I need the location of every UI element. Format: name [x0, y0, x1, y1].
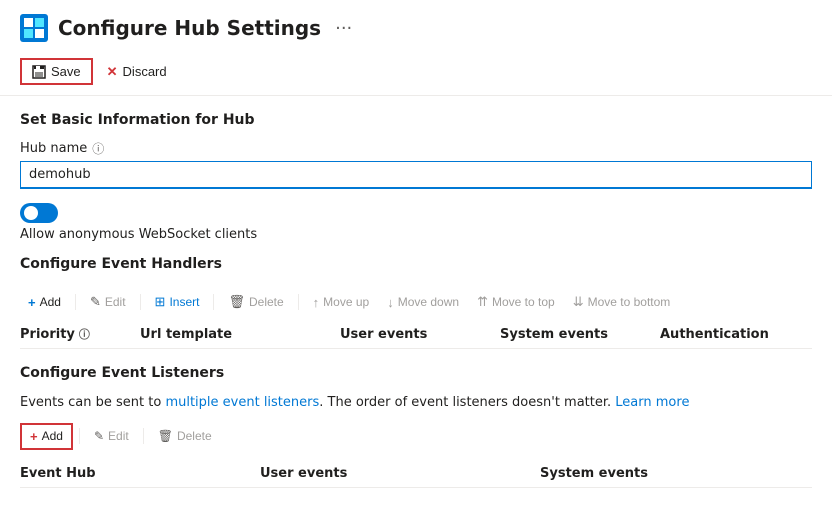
- separator-3: [213, 294, 214, 310]
- el-col-system-events: System events: [540, 466, 740, 481]
- more-options-icon[interactable]: ···: [335, 18, 352, 39]
- el-delete-label: Delete: [177, 429, 212, 443]
- el-separator-2: [143, 428, 144, 444]
- event-handlers-toolbar: + Add ✎ Edit ⊞ Insert 🗑 Delete: [20, 284, 812, 320]
- basic-info-section-title: Set Basic Information for Hub: [20, 112, 812, 128]
- el-delete-icon: 🗑: [158, 429, 173, 443]
- el-edit-button[interactable]: ✎ Edit: [86, 425, 137, 447]
- el-separator-1: [79, 428, 80, 444]
- hub-name-label: Hub name ⓘ: [20, 140, 812, 157]
- eh-move-top-button[interactable]: ⇈ Move to top: [469, 290, 563, 314]
- page-header: Configure Hub Settings ···: [0, 0, 832, 52]
- event-listeners-toolbar: + Add ✎ Edit 🗑 Delete: [20, 423, 812, 450]
- col-user-events: User events: [340, 326, 500, 342]
- move-bottom-icon: ⇊: [573, 294, 584, 310]
- save-button[interactable]: Save: [20, 58, 93, 85]
- anonymous-label: Allow anonymous WebSocket clients: [20, 227, 812, 242]
- edit-icon: ✎: [90, 294, 101, 310]
- event-listeners-section: Configure Event Listeners Events can be …: [20, 365, 812, 488]
- el-col-event-hub: Event Hub: [20, 466, 260, 481]
- eh-move-up-label: Move up: [323, 295, 369, 309]
- arrow-up-icon: ↑: [313, 295, 320, 310]
- eh-move-bottom-label: Move to bottom: [588, 295, 671, 309]
- eh-move-down-button[interactable]: ↓ Move down: [379, 291, 467, 314]
- eh-edit-button[interactable]: ✎ Edit: [82, 290, 134, 314]
- eh-edit-label: Edit: [105, 295, 126, 309]
- plus-red-icon: +: [30, 429, 38, 444]
- event-listeners-title: Configure Event Listeners: [20, 365, 812, 381]
- hub-name-info-icon[interactable]: ⓘ: [92, 140, 104, 157]
- multiple-event-listeners-link[interactable]: multiple event listeners: [165, 395, 319, 410]
- save-label: Save: [51, 64, 81, 79]
- anonymous-toggle[interactable]: [20, 203, 58, 223]
- eh-add-button[interactable]: + Add: [20, 291, 69, 314]
- discard-button[interactable]: ✕ Discard: [97, 60, 177, 84]
- el-edit-icon: ✎: [94, 429, 104, 443]
- col-authentication: Authentication: [660, 326, 820, 342]
- col-url-template: Url template: [140, 326, 340, 342]
- app-logo-icon: [20, 14, 48, 42]
- el-delete-button[interactable]: 🗑 Delete: [150, 425, 220, 447]
- plus-icon: +: [28, 295, 36, 310]
- discard-icon: ✕: [107, 64, 118, 80]
- page-toolbar: Save ✕ Discard: [0, 52, 832, 96]
- toggle-thumb: [24, 206, 38, 220]
- event-listeners-description: Events can be sent to multiple event lis…: [20, 393, 812, 413]
- hub-name-input[interactable]: demohub: [21, 162, 261, 187]
- anonymous-toggle-row: [20, 203, 812, 223]
- insert-icon: ⊞: [155, 294, 166, 310]
- priority-info-icon[interactable]: ⓘ: [79, 326, 90, 342]
- eh-insert-label: Insert: [169, 295, 199, 309]
- eh-delete-button[interactable]: 🗑 Delete: [220, 290, 291, 314]
- arrow-down-icon: ↓: [387, 295, 394, 310]
- learn-more-link[interactable]: Learn more: [615, 395, 689, 410]
- hub-name-field-group: Hub name ⓘ demohub: [20, 140, 812, 189]
- move-top-icon: ⇈: [477, 294, 488, 310]
- hub-name-input-wrap: demohub: [20, 161, 812, 189]
- separator-2: [140, 294, 141, 310]
- eh-move-down-label: Move down: [398, 295, 459, 309]
- eh-insert-button[interactable]: ⊞ Insert: [147, 290, 208, 314]
- el-add-label: Add: [42, 429, 63, 443]
- eh-move-bottom-button[interactable]: ⇊ Move to bottom: [565, 290, 679, 314]
- eh-move-up-button[interactable]: ↑ Move up: [305, 291, 378, 314]
- el-add-button[interactable]: + Add: [20, 423, 73, 450]
- eh-add-label: Add: [40, 295, 61, 309]
- event-handlers-title: Configure Event Handlers: [20, 256, 812, 272]
- event-listeners-table-header: Event Hub User events System events: [20, 460, 812, 488]
- page-title: Configure Hub Settings: [58, 16, 321, 40]
- separator-4: [298, 294, 299, 310]
- event-handlers-section: Configure Event Handlers + Add ✎ Edit ⊞ …: [20, 256, 812, 349]
- main-content: Set Basic Information for Hub Hub name ⓘ…: [0, 96, 832, 504]
- separator-1: [75, 294, 76, 310]
- col-priority: Priority ⓘ: [20, 326, 140, 342]
- save-icon: [32, 65, 46, 79]
- event-handlers-table-header: Priority ⓘ Url template User events Syst…: [20, 320, 812, 349]
- eh-move-top-label: Move to top: [492, 295, 555, 309]
- el-edit-label: Edit: [108, 429, 129, 443]
- eh-delete-label: Delete: [249, 295, 284, 309]
- col-system-events: System events: [500, 326, 660, 342]
- discard-label: Discard: [123, 64, 167, 79]
- delete-icon: 🗑: [228, 294, 245, 310]
- el-col-user-events: User events: [260, 466, 540, 481]
